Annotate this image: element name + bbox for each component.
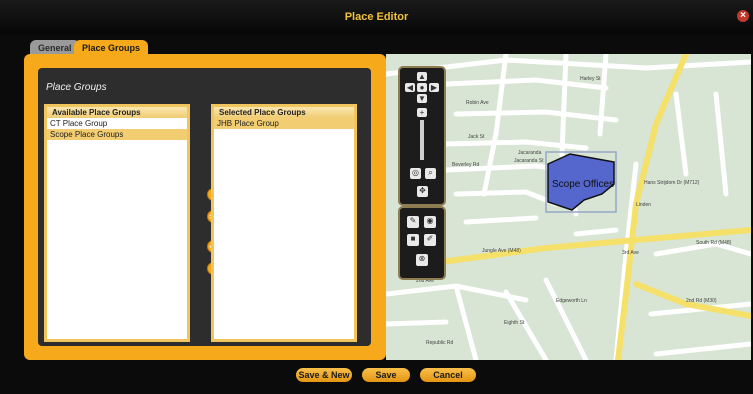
list-item[interactable]: CT Place Group [47,118,187,129]
map-street-label: Hans Strijdom Dr (M712) [644,180,700,186]
map-street-label: 2nd Rd (M30) [686,298,717,304]
available-groups-header: Available Place Groups [47,107,187,118]
zoom-slider[interactable] [420,120,424,160]
map-street-label: 3rd Ave [622,250,639,256]
window-title: Place Editor [344,11,409,23]
map-street-label: Jacaranda St [514,158,544,164]
zoom-magnifier-icon[interactable]: ⌕ [425,168,436,179]
save-new-button[interactable]: Save & New [296,368,352,382]
center-map-icon[interactable]: ◎ [410,168,421,179]
draw-circle-icon[interactable]: ◉ [424,216,436,228]
map-street-label: Eighth St [504,320,525,326]
place-groups-panel: Place Groups Available Place Groups CT P… [24,54,386,360]
map-tools-control: ✎ ◉ ■ ✐ ⊗ [398,206,446,280]
map-street-label: Republic Rd [426,340,453,346]
close-icon[interactable]: × [737,10,749,22]
pan-up-icon[interactable]: ▲ [417,72,427,81]
pan-center-icon[interactable]: ● [417,83,427,92]
available-groups-list: Available Place Groups CT Place Group Sc… [44,104,190,342]
place-groups-inner: Place Groups Available Place Groups CT P… [38,68,371,346]
map-street-label: Robin Ave [466,100,489,106]
list-item[interactable]: Scope Place Groups [47,129,187,140]
map-view[interactable]: Scope Offices Robin Ave Jack St Jacarand… [386,54,751,360]
draw-polygon-icon[interactable]: ✎ [407,216,419,228]
map-area-label: Scope Offices [552,179,614,190]
edit-shape-icon[interactable]: ✐ [424,234,436,246]
map-street-label: Jungle Ave (M48) [482,248,521,254]
delete-shape-icon[interactable]: ⊗ [416,254,428,266]
place-editor-window: Place Editor × General Place Groups Plac… [0,0,753,394]
map-street-label: Jack St [468,134,485,140]
pan-right-icon[interactable]: ▶ [429,83,439,92]
zoom-in-icon[interactable]: + [417,108,427,117]
pan-down-icon[interactable]: ▼ [417,94,427,103]
save-button[interactable]: Save [362,368,410,382]
draw-rectangle-icon[interactable]: ■ [407,234,419,246]
map-street-label: Edgeworth Ln [556,298,587,304]
map-street-label: Beverley Rd [452,162,479,168]
map-navigation-control: ▲ ◀ ● ▶ ▼ + ◎ ⌕ ✥ [398,66,446,206]
map-street-label: Harley St [580,76,601,82]
place-groups-title: Place Groups [46,82,107,93]
map-street-label: Jacaranda [518,150,542,156]
title-bar: Place Editor × [0,0,753,34]
select-tool-icon[interactable]: ✥ [417,186,428,197]
cancel-button[interactable]: Cancel [420,368,476,382]
selected-groups-header: Selected Place Groups [214,107,354,118]
selected-groups-list: Selected Place Groups JHB Place Group [211,104,357,342]
pan-left-icon[interactable]: ◀ [405,83,415,92]
list-item[interactable]: JHB Place Group [214,118,354,129]
map-street-label: South Rd (M48) [696,240,732,246]
map-street-label: Linden [636,202,651,208]
